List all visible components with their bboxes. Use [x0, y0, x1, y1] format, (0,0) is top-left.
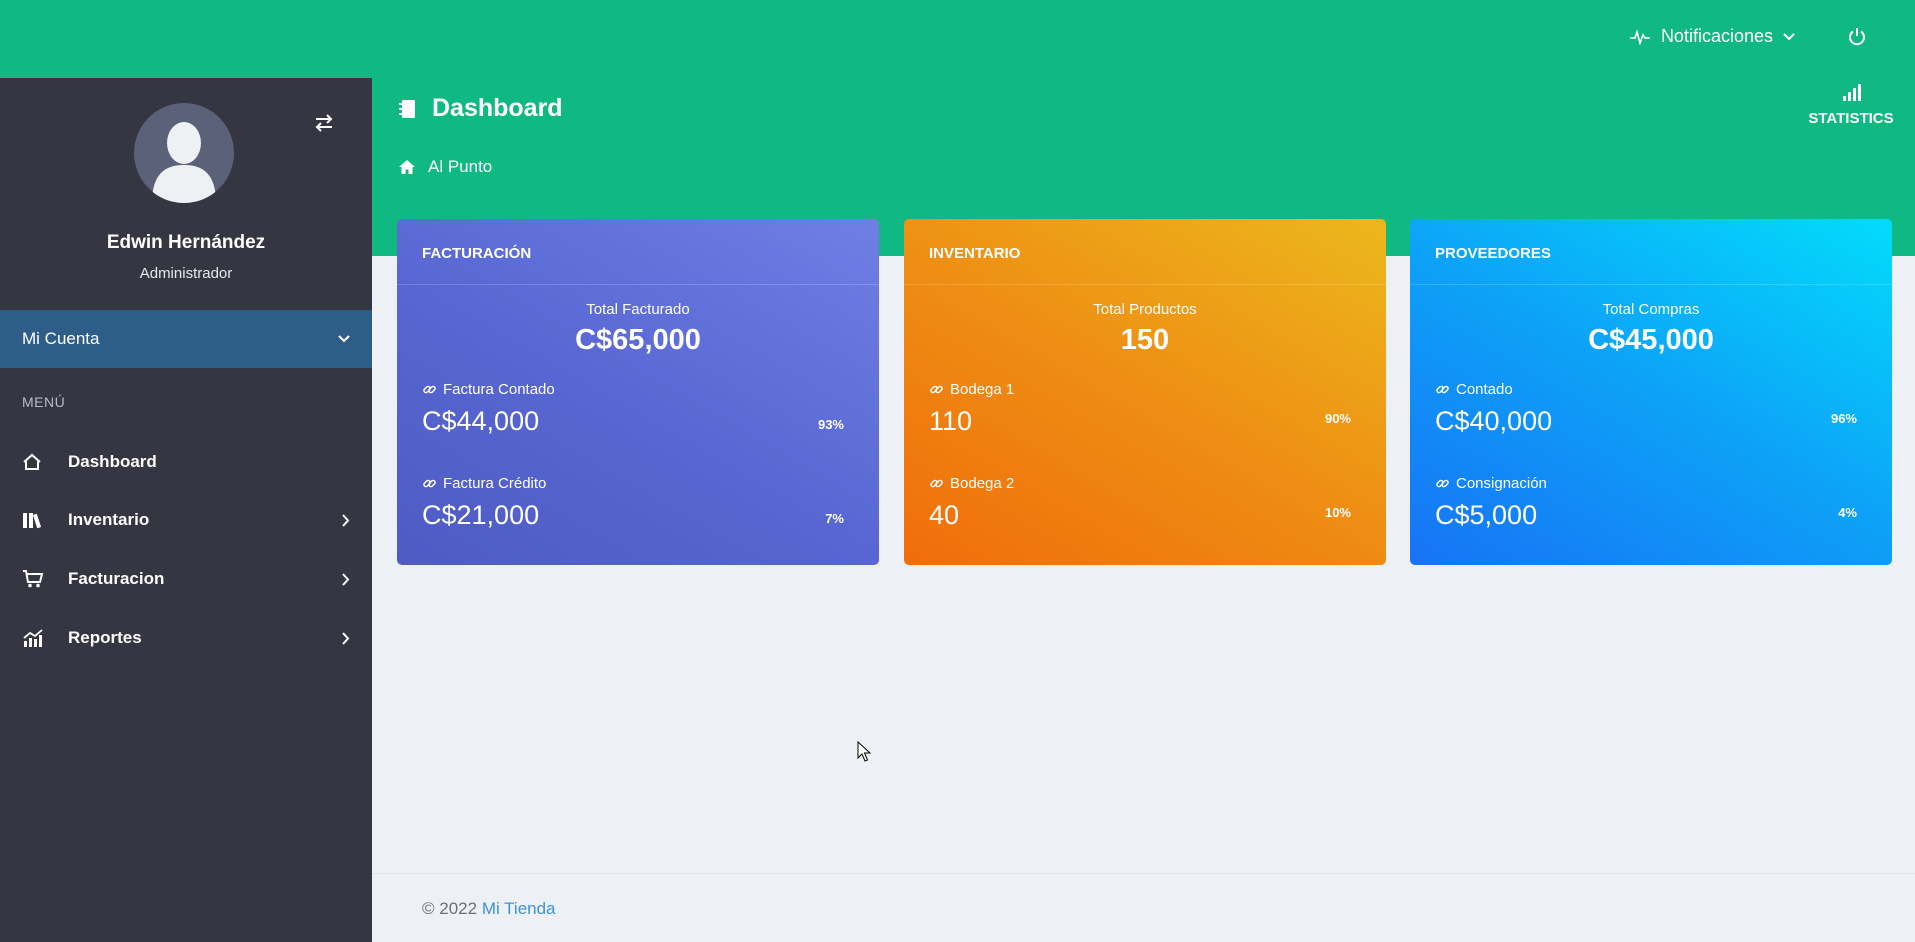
card-inventario: INVENTARIO Total Productos 150 Bodega 1 …: [904, 219, 1386, 565]
card-row: Contado C$40,000 96%: [1435, 381, 1867, 437]
copyright-text: © 2022: [422, 899, 478, 918]
breadcrumb-label: Al Punto: [428, 157, 493, 176]
sidebar-item-label: Dashboard: [68, 452, 157, 471]
card-row: Consignación C$5,000 4%: [1435, 475, 1867, 531]
page-title: Dashboard: [398, 94, 563, 123]
row-label: Consignación: [1456, 475, 1547, 492]
row-percent: 4%: [1838, 505, 1857, 520]
card-title: FACTURACIÓN: [397, 219, 879, 285]
row-label: Bodega 2: [950, 475, 1015, 492]
notifications-label: Notificaciones: [1660, 26, 1773, 46]
row-label: Factura Contado: [443, 381, 555, 398]
chevron-right-icon: [342, 513, 350, 527]
row-label: Contado: [1456, 381, 1513, 398]
footer: © 2022 Mi Tienda: [372, 873, 1915, 942]
top-navbar: Notificaciones: [0, 0, 1915, 78]
card-subtitle: Total Productos: [1093, 301, 1197, 318]
row-percent: 93%: [817, 417, 844, 432]
row-percent: 10%: [1324, 505, 1351, 520]
row-percent: 96%: [1830, 411, 1857, 426]
chevron-right-icon: [342, 572, 350, 586]
card-title: PROVEEDORES: [1410, 219, 1892, 285]
card-row: Factura Contado C$44,000 93%: [422, 381, 854, 437]
row-label: Bodega 1: [950, 381, 1015, 398]
card-facturacion: FACTURACIÓN Total Facturado C$65,000 Fac…: [397, 219, 879, 565]
power-icon: [1849, 28, 1865, 46]
statistics-label: STATISTICS: [1808, 110, 1894, 127]
home-icon: [399, 160, 415, 174]
card-total: 150: [1120, 324, 1170, 356]
row-percent: 90%: [1324, 411, 1351, 426]
user-name: Edwin Hernández: [106, 232, 266, 253]
activity-icon: [1629, 28, 1650, 45]
row-value: C$5,000: [1435, 500, 1538, 530]
chart-icon: [22, 628, 50, 648]
row-value: C$40,000: [1435, 406, 1553, 436]
row-link[interactable]: Contado: [1435, 381, 1867, 398]
footer-brand-link[interactable]: Mi Tienda: [482, 899, 556, 918]
row-value: 110: [929, 406, 973, 436]
account-label: Mi Cuenta: [22, 329, 100, 348]
chevron-down-icon: [338, 335, 350, 343]
row-link[interactable]: Factura Crédito: [422, 475, 854, 492]
avatar: [134, 103, 234, 203]
row-percent: 7%: [825, 511, 844, 526]
sidebar-item-label: Inventario: [68, 510, 150, 529]
link-icon: [1436, 479, 1449, 488]
menu-section-label: MENÚ: [22, 394, 66, 410]
sidebar-item-inventario[interactable]: Inventario: [0, 500, 372, 540]
cart-icon: [22, 570, 50, 588]
swap-icon[interactable]: [314, 114, 334, 137]
row-label: Factura Crédito: [443, 475, 547, 492]
notebook-icon: [399, 99, 415, 118]
statistics-button[interactable]: STATISTICS: [1801, 82, 1901, 127]
signal-bars-icon: [1843, 84, 1861, 101]
sidebar-item-label: Facturacion: [68, 569, 165, 588]
user-role: Administrador: [139, 265, 233, 282]
sidebar: Edwin Hernández Administrador Mi Cuenta …: [0, 78, 372, 942]
breadcrumb[interactable]: Al Punto: [398, 157, 492, 177]
sidebar-item-facturacion[interactable]: Facturacion: [0, 559, 372, 599]
power-button[interactable]: [1847, 27, 1867, 52]
card-row: Bodega 1 110 90%: [929, 381, 1361, 437]
link-icon: [423, 385, 436, 394]
card-proveedores: PROVEEDORES Total Compras C$45,000 Conta…: [1410, 219, 1892, 565]
card-total: C$65,000: [575, 324, 701, 356]
link-icon: [423, 479, 436, 488]
sidebar-item-reportes[interactable]: Reportes: [0, 618, 372, 658]
card-subtitle: Total Facturado: [586, 301, 690, 318]
sidebar-item-label: Reportes: [68, 628, 142, 647]
row-link[interactable]: Factura Contado: [422, 381, 854, 398]
row-link[interactable]: Consignación: [1435, 475, 1867, 492]
card-total: C$45,000: [1588, 324, 1714, 356]
row-link[interactable]: Bodega 1: [929, 381, 1361, 398]
chevron-down-icon: [1783, 32, 1795, 40]
row-value: C$21,000: [422, 500, 540, 530]
card-row: Factura Crédito C$21,000 7%: [422, 475, 854, 531]
row-link[interactable]: Bodega 2: [929, 475, 1361, 492]
card-title: INVENTARIO: [904, 219, 1386, 285]
card-row: Bodega 2 40 10%: [929, 475, 1361, 531]
card-subtitle: Total Compras: [1602, 301, 1700, 318]
home-icon: [22, 453, 50, 471]
row-value: 40: [929, 500, 960, 530]
account-menu[interactable]: Mi Cuenta: [0, 310, 372, 368]
link-icon: [930, 385, 943, 394]
chevron-right-icon: [342, 631, 350, 645]
link-icon: [1436, 385, 1449, 394]
notifications-dropdown[interactable]: Notificaciones: [1629, 26, 1795, 47]
mouse-cursor-icon: [857, 741, 871, 762]
books-icon: [22, 511, 50, 529]
sidebar-item-dashboard[interactable]: Dashboard: [0, 442, 372, 482]
row-value: C$44,000: [422, 406, 540, 436]
link-icon: [930, 479, 943, 488]
page-title-text: Dashboard: [432, 94, 563, 122]
